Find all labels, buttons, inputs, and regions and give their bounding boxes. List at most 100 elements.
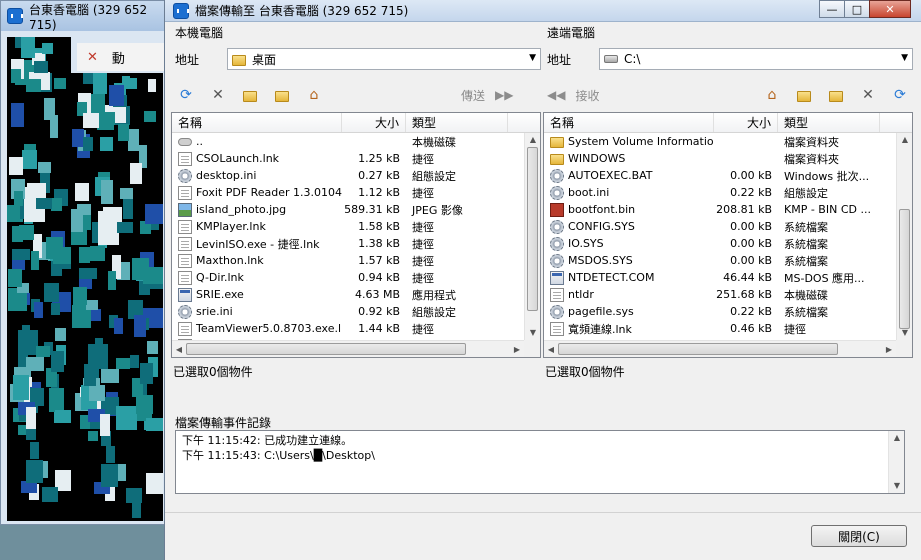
- file-size: 46.44 kB: [723, 271, 772, 284]
- file-row[interactable]: Maxthon.lnk 1.57 kB 捷徑: [172, 252, 524, 269]
- file-row[interactable]: boot.ini 0.22 kB 組態設定: [544, 184, 896, 201]
- chevron-down-icon[interactable]: ▼: [901, 53, 908, 63]
- file-type: 捷徑: [784, 322, 806, 336]
- new-folder-icon[interactable]: [827, 86, 845, 104]
- column-name[interactable]: 名稱: [544, 113, 714, 132]
- remote-file-list[interactable]: 名稱 大小 類型 System Volume Information 檔案資料夾 W…: [543, 112, 913, 358]
- receive-arrow-icon: ◀◀: [547, 88, 566, 102]
- remote-vertical-scrollbar[interactable]: ▲ ▼: [896, 133, 912, 340]
- settings-file-icon: [550, 168, 564, 183]
- local-file-list[interactable]: 名稱 大小 類型 .. 本機磁碟 CSOLaunch.lnk 1.25 kB 捷徑 des…: [171, 112, 541, 358]
- file-type: 系統檔案: [784, 254, 828, 268]
- file-row[interactable]: WINDOWS 檔案資料夾: [544, 150, 896, 167]
- home-icon[interactable]: ⌂: [763, 86, 781, 104]
- file-type: 捷徑: [412, 152, 434, 166]
- scroll-down-icon[interactable]: ▼: [525, 326, 540, 340]
- remote-screen-view[interactable]: [7, 37, 71, 521]
- file-row[interactable]: LevinISO.exe - 捷徑.lnk 1.38 kB 捷徑: [172, 235, 524, 252]
- chevron-down-icon[interactable]: ▼: [529, 53, 536, 63]
- shortcut-icon: [178, 253, 192, 268]
- receive-button[interactable]: ◀◀ 接收: [547, 87, 599, 104]
- column-size[interactable]: 大小: [714, 113, 778, 132]
- refresh-icon[interactable]: ⟳: [891, 86, 909, 104]
- scroll-right-icon[interactable]: ▶: [882, 341, 896, 357]
- local-vertical-scrollbar[interactable]: ▲ ▼: [524, 133, 540, 340]
- toolbar-close-icon[interactable]: ✕: [87, 50, 98, 65]
- file-row[interactable]: CONFIG.SYS 0.00 kB 系統檔案: [544, 218, 896, 235]
- scroll-thumb[interactable]: [899, 209, 910, 329]
- file-row[interactable]: AUTOEXEC.BAT 0.00 kB Windows 批次...: [544, 167, 896, 184]
- minimize-button[interactable]: —: [819, 0, 845, 18]
- scroll-up-icon[interactable]: ▲: [525, 133, 540, 147]
- file-row[interactable]: SRIE.exe 4.63 MB 應用程式: [172, 286, 524, 303]
- scroll-left-icon[interactable]: ◀: [544, 341, 558, 357]
- file-name: AUTOEXEC.BAT: [568, 169, 653, 182]
- file-row[interactable]: System Volume Information 檔案資料夾: [544, 133, 896, 150]
- remote-address-value: C:\: [624, 52, 641, 66]
- log-vertical-scrollbar[interactable]: ▲ ▼: [888, 431, 904, 493]
- file-row[interactable]: MSDOS.SYS 0.00 kB 系統檔案: [544, 252, 896, 269]
- maximize-button[interactable]: □: [844, 0, 870, 18]
- file-row[interactable]: 寬頻連線.lnk 0.46 kB 捷徑: [544, 320, 896, 337]
- file-row[interactable]: Foxit PDF Reader 1.3.0104 ... 1.12 kB 捷徑: [172, 184, 524, 201]
- file-row[interactable]: ntldr 251.68 kB 本機磁碟: [544, 286, 896, 303]
- close-button[interactable]: 關閉(C): [811, 525, 907, 547]
- delete-icon[interactable]: ✕: [859, 86, 877, 104]
- toolbar-action-label[interactable]: 動: [112, 48, 125, 67]
- file-row[interactable]: island_photo.jpg 589.31 kB JPEG 影像: [172, 201, 524, 218]
- dialog-titlebar[interactable]: 檔案傳輸至 台東香電腦 (329 652 715) — □ ✕: [165, 0, 921, 22]
- drive-icon: [604, 55, 618, 63]
- column-type[interactable]: 類型: [406, 113, 508, 132]
- remote-screen-view-right[interactable]: [71, 73, 163, 521]
- file-size: 1.25 kB: [358, 152, 400, 165]
- parent-folder-icon[interactable]: [273, 86, 291, 104]
- scroll-left-icon[interactable]: ◀: [172, 341, 186, 357]
- file-row[interactable]: .. 本機磁碟: [172, 133, 524, 150]
- file-size: 589.31 kB: [344, 203, 400, 216]
- bin-file-icon: [550, 202, 564, 217]
- file-row[interactable]: srie.ini 0.92 kB 組態設定: [172, 303, 524, 320]
- file-name: bootfont.bin: [568, 203, 636, 216]
- background-window-titlebar[interactable]: 台東香電腦 (329 652 715): [1, 1, 171, 32]
- scroll-thumb[interactable]: [527, 147, 538, 311]
- file-row[interactable]: KMPlayer.lnk 1.58 kB 捷徑: [172, 218, 524, 235]
- local-horizontal-scrollbar[interactable]: ◀ ▶: [172, 340, 524, 357]
- delete-icon[interactable]: ✕: [209, 86, 227, 104]
- column-size[interactable]: 大小: [342, 113, 406, 132]
- document-file-icon: [550, 287, 564, 302]
- scroll-up-icon[interactable]: ▲: [897, 133, 912, 147]
- file-size: 1.58 kB: [358, 220, 400, 233]
- column-type[interactable]: 類型: [778, 113, 880, 132]
- file-row[interactable]: TeamViewer5.0.8703.exe.lnk 1.44 kB 捷徑: [172, 320, 524, 337]
- transfer-log[interactable]: 下午 11:15:42: 已成功建立連線。 下午 11:15:43: C:\Us…: [175, 430, 905, 494]
- file-row[interactable]: pagefile.sys 0.22 kB 系統檔案: [544, 303, 896, 320]
- scroll-down-icon[interactable]: ▼: [889, 479, 905, 493]
- file-row[interactable]: Q-Dir.lnk 0.94 kB 捷徑: [172, 269, 524, 286]
- scroll-thumb[interactable]: [558, 343, 838, 355]
- scroll-thumb[interactable]: [186, 343, 466, 355]
- file-row[interactable]: NTDETECT.COM 46.44 kB MS-DOS 應用...: [544, 269, 896, 286]
- file-name: CSOLaunch.lnk: [196, 152, 280, 165]
- window-close-button[interactable]: ✕: [869, 0, 911, 18]
- dialog-title: 檔案傳輸至 台東香電腦 (329 652 715): [195, 4, 409, 18]
- refresh-icon[interactable]: ⟳: [177, 86, 195, 104]
- file-row[interactable]: CSOLaunch.lnk 1.25 kB 捷徑: [172, 150, 524, 167]
- parent-folder-icon[interactable]: [795, 86, 813, 104]
- remote-horizontal-scrollbar[interactable]: ◀ ▶: [544, 340, 896, 357]
- exe-file-icon: [178, 287, 192, 302]
- file-row[interactable]: desktop.ini 0.27 kB 組態設定: [172, 167, 524, 184]
- file-name: KMPlayer.lnk: [196, 220, 266, 233]
- column-name[interactable]: 名稱: [172, 113, 342, 132]
- home-icon[interactable]: ⌂: [305, 86, 323, 104]
- file-size: 0.46 kB: [730, 322, 772, 335]
- file-row[interactable]: IO.SYS 0.00 kB 系統檔案: [544, 235, 896, 252]
- scroll-up-icon[interactable]: ▲: [889, 431, 905, 445]
- file-size: 0.27 kB: [358, 169, 400, 182]
- local-address-dropdown[interactable]: 桌面 ▼: [227, 48, 541, 70]
- remote-address-dropdown[interactable]: C:\ ▼: [599, 48, 913, 70]
- scroll-down-icon[interactable]: ▼: [897, 326, 912, 340]
- send-button[interactable]: 傳送 ▶▶: [461, 87, 513, 104]
- file-row[interactable]: bootfont.bin 208.81 kB KMP - BIN CD ...: [544, 201, 896, 218]
- new-folder-icon[interactable]: [241, 86, 259, 104]
- scroll-right-icon[interactable]: ▶: [510, 341, 524, 357]
